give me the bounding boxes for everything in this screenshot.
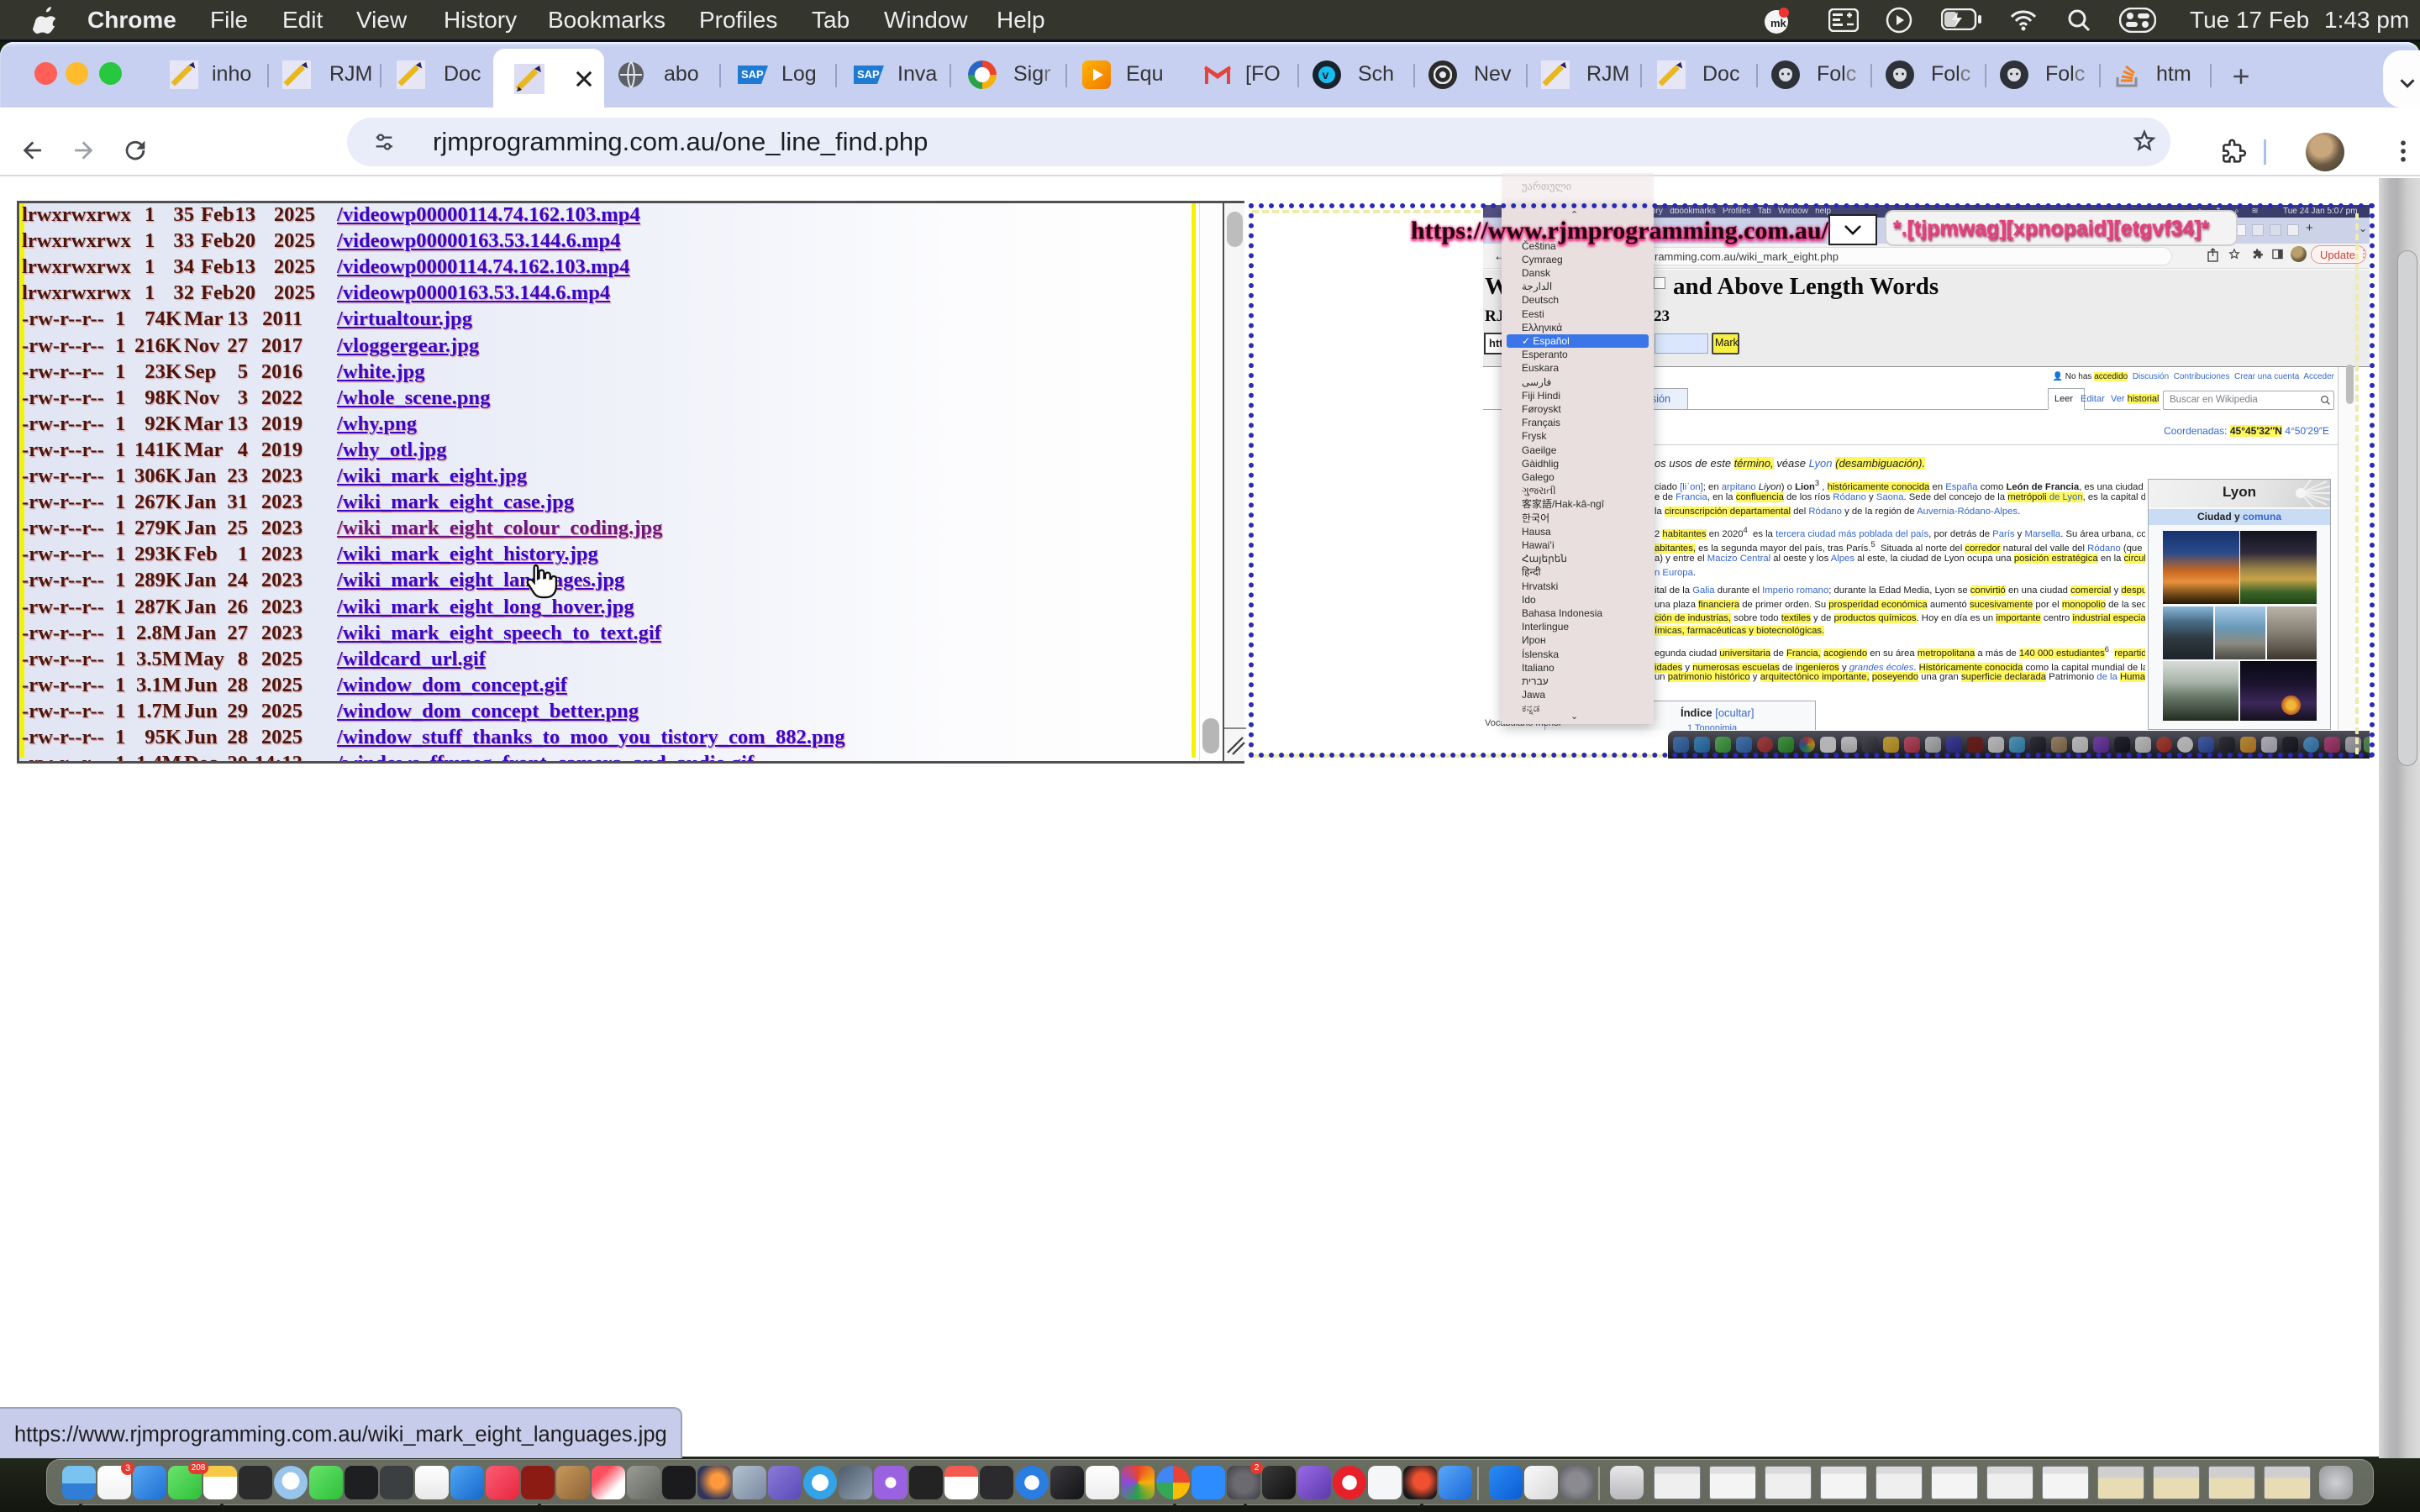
svg-text:mk: mk (1770, 17, 1787, 29)
svg-text:v: v (1323, 68, 1329, 81)
svg-text:SAP: SAP (857, 68, 880, 81)
svg-text:SAP: SAP (741, 68, 764, 81)
